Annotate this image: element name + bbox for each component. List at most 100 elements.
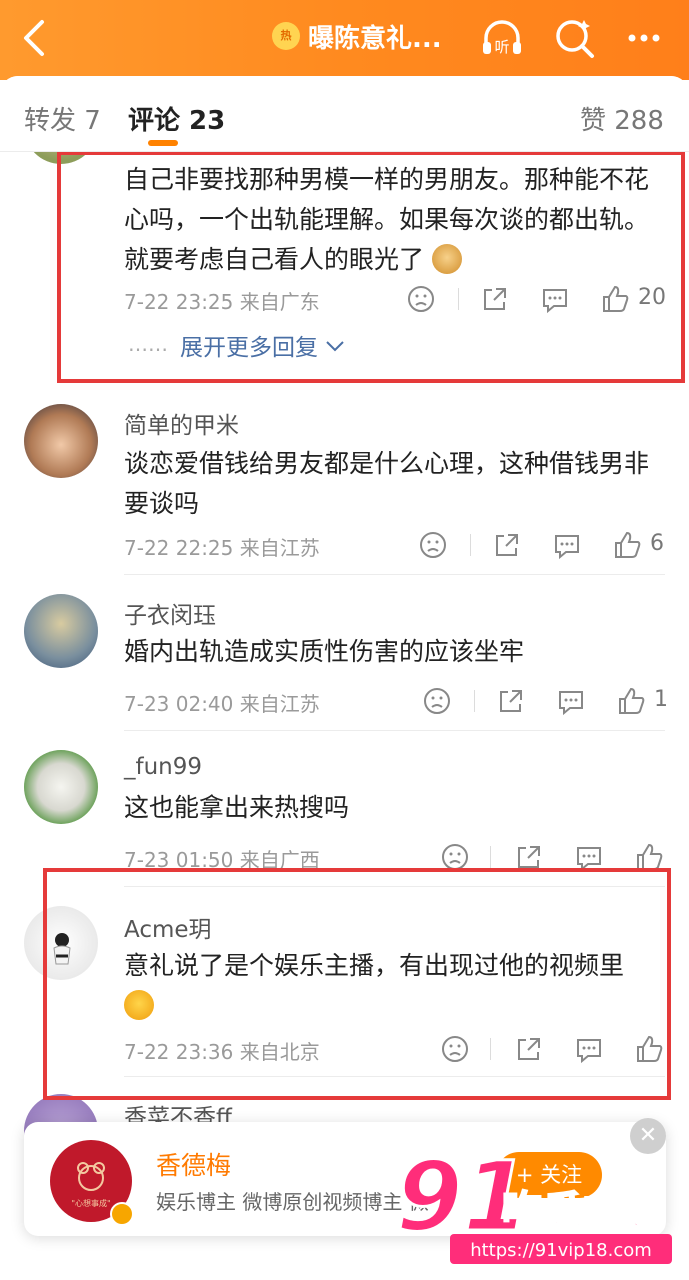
reply-button[interactable] (538, 282, 572, 316)
avatar[interactable] (24, 906, 98, 980)
avatar-figure-icon (53, 933, 71, 965)
reply-button[interactable] (554, 684, 588, 718)
username[interactable]: 子衣闵珏 (124, 596, 216, 630)
share-button[interactable] (494, 684, 528, 718)
username[interactable]: _fun99 (124, 754, 202, 780)
grin-emoji-icon (124, 990, 154, 1020)
comment-text: 婚内出轨造成实质性伤害的应该坐牢 (124, 637, 525, 666)
tab-likes[interactable]: 赞 288 (580, 100, 664, 137)
comment-meta: 7-23 02:40 来自江苏 (124, 692, 320, 716)
search-icon (556, 20, 594, 58)
share-icon (518, 846, 540, 868)
like-button[interactable] (632, 1032, 666, 1066)
thumbs-up-icon (637, 1035, 663, 1062)
verified-badge-icon (110, 1202, 134, 1226)
avatar[interactable] (24, 594, 98, 668)
headphones-icon: 听 (483, 20, 521, 56)
comment-text: 谈恋爱借钱给男友都是什么心理，这种借钱男非要谈吗 (124, 449, 650, 518)
doge-emoji-icon (431, 244, 462, 274)
username[interactable]: 简单的甲米 (124, 406, 239, 440)
expand-replies-link[interactable]: 展开更多回复 (180, 328, 345, 362)
svg-text:听: 听 (494, 38, 509, 56)
divider (124, 574, 665, 575)
reply-button[interactable] (572, 840, 606, 874)
comment-text: 意礼说了是个娱乐主播，有出现过他的视频里 (124, 946, 669, 1026)
more-dots-icon (628, 34, 660, 42)
divider (124, 382, 665, 383)
frown-icon (424, 688, 450, 714)
hot-badge: 热 (272, 22, 300, 50)
more-replies-dots: …… (128, 332, 168, 356)
back-button[interactable] (16, 18, 52, 58)
share-icon (484, 288, 506, 310)
tab-bar: 转发 7 评论 23 赞 288 (0, 76, 689, 152)
dislike-button[interactable] (420, 684, 454, 718)
like-count: 1 (654, 687, 668, 712)
more-button[interactable] (620, 14, 668, 62)
share-button[interactable] (490, 528, 524, 562)
dislike-button[interactable] (438, 1032, 472, 1066)
close-card-button[interactable]: ✕ (630, 1118, 666, 1154)
thumbs-up-icon (615, 531, 641, 558)
thumbs-up-icon (637, 843, 663, 870)
comment-icon (543, 289, 567, 314)
search-button[interactable] (550, 14, 598, 62)
watermark-url: https://91vip18.com (470, 1240, 652, 1261)
comment-meta: 7-22 23:25 来自广东 (124, 290, 320, 314)
page-title[interactable]: 曝陈意礼... (308, 18, 442, 55)
share-button[interactable] (512, 1032, 546, 1066)
comment-icon (555, 535, 579, 560)
share-icon (518, 1038, 540, 1060)
like-button[interactable] (610, 528, 644, 562)
watermark-brand: 吃瓜中心 (502, 1188, 662, 1234)
expand-replies-label: 展开更多回复 (180, 335, 318, 361)
listen-button[interactable]: 听 (478, 14, 526, 62)
like-button[interactable] (614, 684, 648, 718)
frown-icon (420, 532, 446, 558)
share-button[interactable] (478, 282, 512, 316)
divider (124, 730, 665, 731)
divider (124, 886, 665, 887)
tab-comments[interactable]: 评论 23 (128, 100, 225, 137)
share-button[interactable] (512, 840, 546, 874)
share-icon (496, 534, 518, 556)
dislike-button[interactable] (404, 282, 438, 316)
dislike-button[interactable] (416, 528, 450, 562)
thumbs-up-icon (603, 285, 629, 312)
frown-icon (442, 1036, 468, 1062)
top-bar: 热 曝陈意礼... 听 (0, 0, 689, 80)
reply-button[interactable] (572, 1032, 606, 1066)
tab-underline (148, 140, 178, 146)
comment-icon (559, 691, 583, 716)
comment-icon (577, 1039, 601, 1064)
frown-icon (408, 286, 434, 312)
comment-meta: 7-23 01:50 来自广西 (124, 848, 320, 872)
reply-button[interactable] (550, 528, 584, 562)
username[interactable]: Acme玥 (124, 910, 212, 944)
divider (458, 288, 459, 310)
card-description: 娱乐博主 微博原创视频博主 微 (156, 1190, 429, 1214)
divider (470, 534, 471, 556)
tab-repost[interactable]: 转发 7 (24, 100, 101, 137)
comment-meta: 7-22 23:36 来自北京 (124, 1040, 320, 1064)
comments-sheet: 转发 7 评论 23 赞 288 自己非要找那种男模一样的男朋友。那种能不花心吗… (0, 76, 689, 1280)
chevron-left-icon (24, 20, 44, 56)
like-count: 6 (650, 531, 664, 556)
frown-icon (442, 844, 468, 870)
divider (474, 690, 475, 712)
divider (124, 1076, 665, 1077)
comment-meta: 7-22 22:25 来自江苏 (124, 536, 320, 560)
chevron-down-icon (326, 341, 345, 352)
thumbs-up-icon (619, 687, 645, 714)
card-username[interactable]: 香德梅 (156, 1146, 231, 1182)
comment-text: 自己非要找那种男模一样的男朋友。那种能不花心吗，一个出轨能理解。如果每次谈的都出… (124, 165, 650, 274)
svg-text:"心想事成": "心想事成" (71, 1198, 110, 1208)
share-icon (500, 690, 522, 712)
divider (490, 1038, 491, 1060)
like-button[interactable] (598, 282, 632, 316)
dislike-button[interactable] (438, 840, 472, 874)
like-button[interactable] (632, 840, 666, 874)
avatar[interactable] (24, 404, 98, 478)
avatar[interactable] (24, 750, 98, 824)
like-count: 20 (638, 285, 666, 310)
